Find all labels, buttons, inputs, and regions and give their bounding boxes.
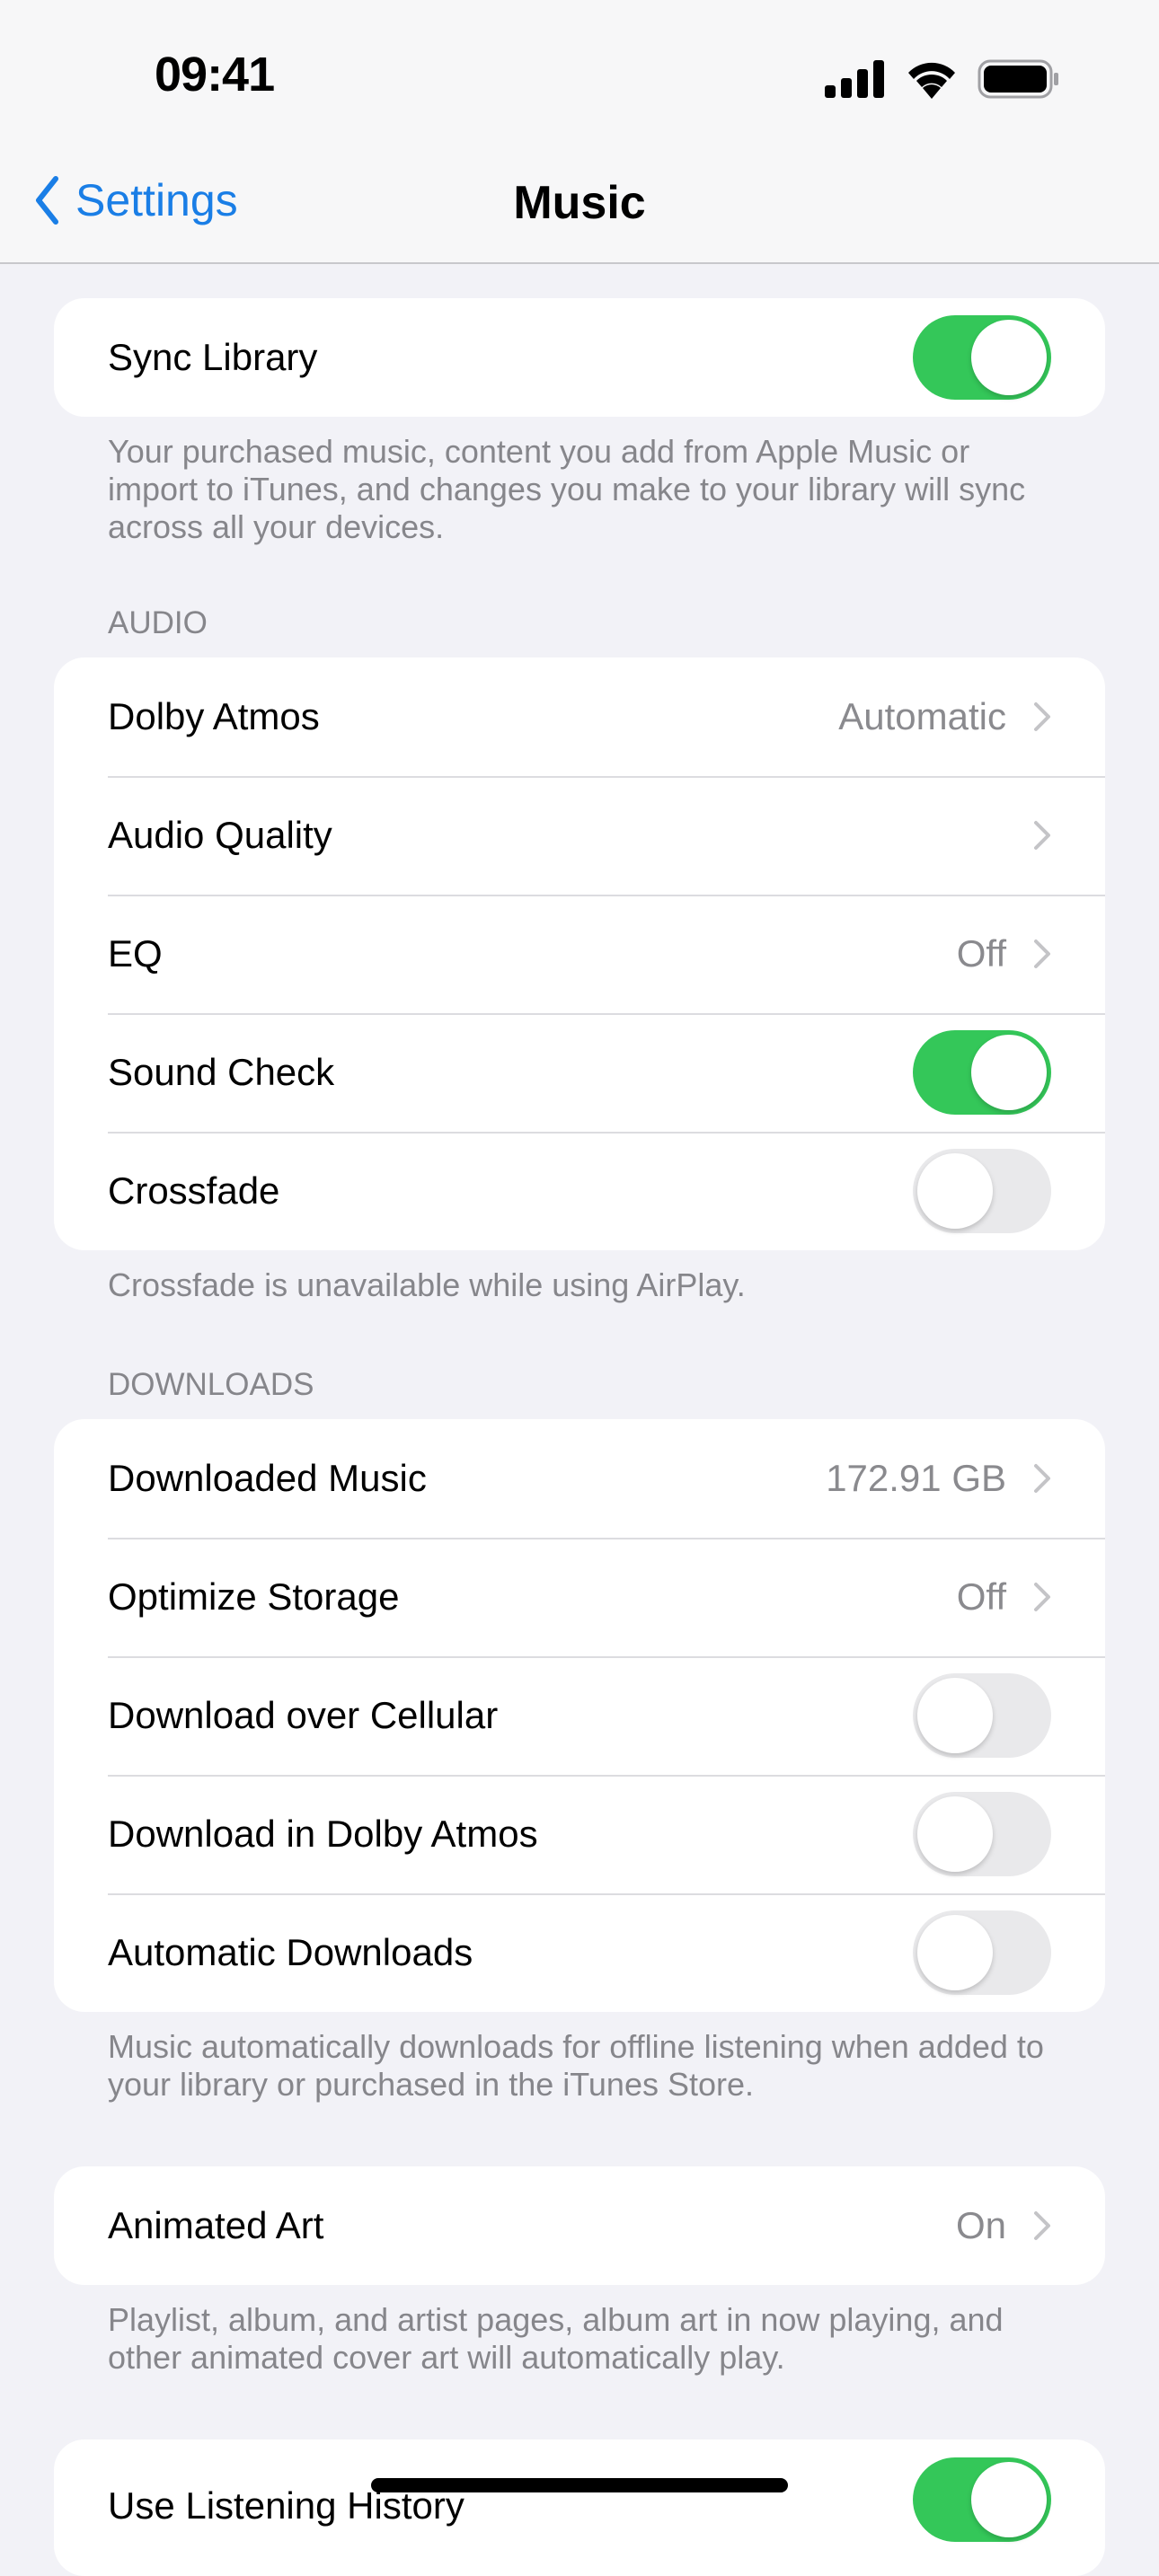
row-label: Sound Check	[108, 1051, 335, 1093]
section-header-audio: AUDIO	[108, 605, 208, 640]
row-value: On	[955, 2204, 1006, 2246]
chevron-right-icon	[1034, 702, 1050, 731]
animated-art-group: Animated Art On	[54, 2166, 1105, 2285]
wifi-icon	[908, 62, 955, 99]
home-indicator[interactable]	[371, 2478, 788, 2492]
sound-check-toggle[interactable]	[913, 1030, 1051, 1115]
use-listening-history-toggle[interactable]	[913, 2457, 1051, 2542]
row-downloaded-music[interactable]: Downloaded Music 172.91 GB	[54, 1419, 1105, 1538]
row-label: Downloaded Music	[108, 1457, 427, 1499]
row-crossfade: Crossfade	[54, 1132, 1105, 1250]
chevron-right-icon	[1034, 940, 1050, 968]
row-label: Crossfade	[108, 1169, 280, 1212]
sync-library-toggle[interactable]	[913, 315, 1051, 400]
settings-content: Sync Library Your purchased music, conte…	[0, 264, 1159, 2576]
row-label: Sync Library	[108, 336, 318, 378]
row-animated-art[interactable]: Animated Art On	[54, 2166, 1105, 2285]
row-label: Audio Quality	[108, 814, 332, 856]
listening-history-group: Use Listening History	[54, 2439, 1105, 2576]
row-sync-library: Sync Library	[54, 298, 1105, 417]
chevron-right-icon	[1034, 2211, 1050, 2240]
download-in-dolby-atmos-toggle[interactable]	[913, 1792, 1051, 1876]
sync-footer: Your purchased music, content you add fr…	[108, 433, 1026, 545]
battery-icon	[978, 59, 1058, 99]
sync-group: Sync Library	[54, 298, 1105, 417]
row-value: 172.91 GB	[826, 1457, 1006, 1499]
row-optimize-storage[interactable]: Optimize Storage Off	[54, 1538, 1105, 1656]
status-time: 09:41	[155, 48, 275, 101]
row-label: EQ	[108, 932, 163, 975]
crossfade-toggle[interactable]	[913, 1149, 1051, 1233]
row-label: Download in Dolby Atmos	[108, 1813, 538, 1855]
download-over-cellular-toggle[interactable]	[913, 1673, 1051, 1758]
status-bar: 09:41	[0, 0, 1159, 153]
status-icons	[825, 59, 1060, 99]
row-download-in-dolby-atmos: Download in Dolby Atmos	[54, 1775, 1105, 1893]
row-eq[interactable]: EQ Off	[54, 895, 1105, 1013]
downloads-group: Downloaded Music 172.91 GB Optimize Stor…	[54, 1419, 1105, 2012]
automatic-downloads-toggle[interactable]	[913, 1910, 1051, 1995]
row-value: Off	[956, 1575, 1006, 1618]
row-sound-check: Sound Check	[54, 1013, 1105, 1132]
chevron-right-icon	[1034, 1583, 1050, 1611]
row-automatic-downloads: Automatic Downloads	[54, 1893, 1105, 2012]
downloads-footer: Music automatically downloads for offlin…	[108, 2028, 1044, 2103]
audio-footer: Crossfade is unavailable while using Air…	[108, 1266, 746, 1303]
chevron-right-icon	[1034, 1464, 1050, 1493]
audio-group: Dolby Atmos Automatic Audio Quality EQ O…	[54, 657, 1105, 1250]
row-dolby-atmos[interactable]: Dolby Atmos Automatic	[54, 657, 1105, 776]
chevron-right-icon	[1034, 821, 1050, 850]
row-audio-quality[interactable]: Audio Quality	[54, 776, 1105, 895]
row-download-over-cellular: Download over Cellular	[54, 1656, 1105, 1775]
cellular-signal-icon	[825, 60, 884, 98]
row-label: Animated Art	[108, 2204, 324, 2246]
row-use-listening-history: Use Listening History	[54, 2439, 1105, 2576]
row-label: Optimize Storage	[108, 1575, 400, 1618]
row-value: Automatic	[838, 695, 1006, 737]
section-header-downloads: DOWNLOADS	[108, 1367, 314, 1402]
row-value: Off	[956, 932, 1006, 975]
row-label: Automatic Downloads	[108, 1931, 473, 1973]
navigation-bar: Settings Music	[0, 153, 1159, 264]
page-title: Music	[513, 177, 646, 229]
animated-art-footer: Playlist, album, and artist pages, album…	[108, 2301, 1004, 2376]
row-label: Download over Cellular	[108, 1694, 499, 1736]
row-label: Dolby Atmos	[108, 695, 320, 737]
